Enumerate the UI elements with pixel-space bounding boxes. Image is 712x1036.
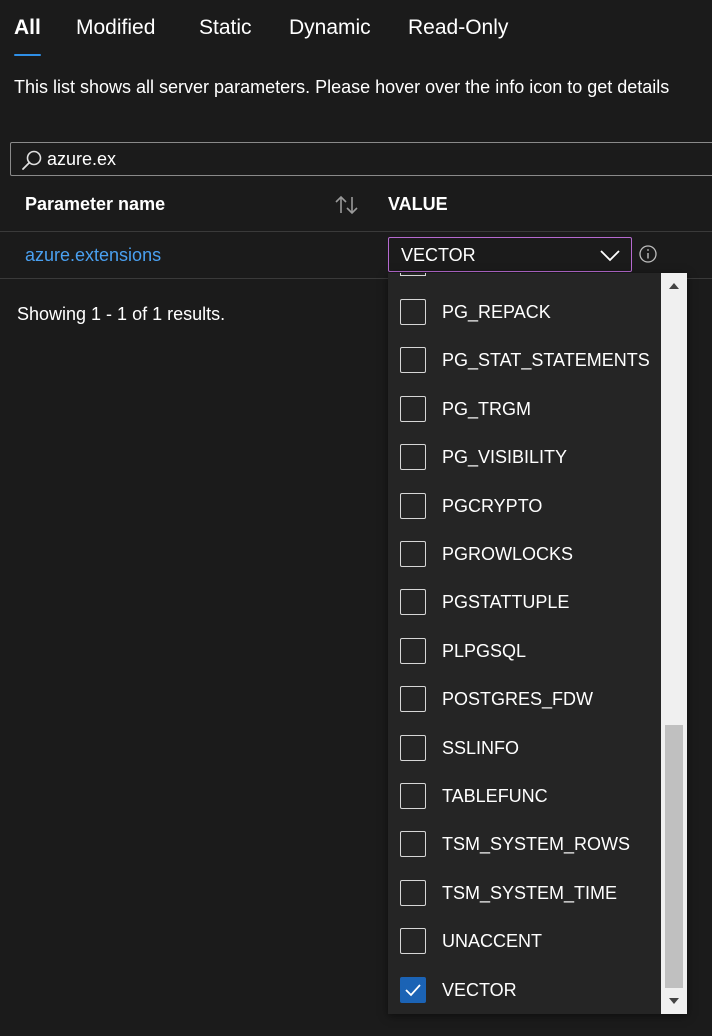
description-text: This list shows all server parameters. P… [14, 77, 670, 97]
dropdown-option[interactable]: PGROWLOCKS [388, 531, 660, 579]
dropdown-option[interactable]: SSLINFO [388, 725, 660, 773]
dropdown-option[interactable]: PG_TRGM [388, 386, 660, 434]
dropdown-option[interactable]: TSM_SYSTEM_TIME [388, 870, 660, 918]
option-label: TABLEFUNC [442, 786, 548, 806]
dropdown-option[interactable]: VECTOR [388, 967, 660, 1014]
option-label: UNACCENT [442, 931, 543, 952]
info-icon[interactable] [638, 244, 658, 264]
sort-icon[interactable] [333, 193, 361, 217]
checkbox[interactable] [400, 444, 426, 471]
dropdown-selected-value: VECTOR [401, 245, 476, 265]
server-parameters-page: All Modified Static Dynamic Read-Only Th… [0, 0, 712, 1036]
dropdown-option[interactable]: POSTGRES_FDW [388, 676, 660, 724]
option-label: PG_TRGM [442, 398, 532, 419]
option-label: PGSTATTUPLE [442, 592, 570, 613]
dropdown-option[interactable]: PG_REPACK [388, 289, 660, 337]
option-label: SSLINFO [442, 737, 520, 758]
parameter-name-link[interactable]: azure.extensions [25, 245, 161, 266]
tab-read-only[interactable]: Read-Only [408, 16, 508, 56]
value-dropdown[interactable]: VECTOR [388, 237, 632, 272]
checkbox[interactable] [400, 492, 426, 519]
option-label: PG_STAT_STATEMENTS [442, 350, 650, 371]
option-label: POSTGRES_FDW [442, 689, 594, 710]
column-header-value: VALUE [388, 194, 448, 214]
scrollbar[interactable] [661, 273, 687, 1014]
column-header-parameter-name[interactable]: Parameter name [25, 194, 165, 215]
header-divider [0, 231, 712, 232]
scroll-down-arrow-icon[interactable] [661, 990, 687, 1012]
dropdown-option[interactable]: PG_VISIBILITY [388, 434, 660, 482]
checkbox[interactable] [400, 976, 426, 1003]
option-label: PGCRYPTO [442, 495, 543, 516]
dropdown-option[interactable]: UNACCENT [388, 918, 660, 966]
dropdown-option[interactable]: TSM_SYSTEM_ROWS [388, 821, 660, 869]
checkbox[interactable] [400, 879, 426, 906]
dropdown-list: PG_REPACK PG_STAT_STATEMENTS PG_TRGM PG_VIS… [388, 273, 687, 1014]
search-input[interactable] [47, 145, 707, 173]
option-label: TSM_SYSTEM_TIME [442, 882, 618, 903]
search-box[interactable] [10, 142, 712, 176]
scroll-up-arrow-icon[interactable] [661, 275, 687, 297]
checkbox[interactable] [400, 831, 426, 858]
dropdown-option[interactable]: PG_STAT_STATEMENTS [388, 337, 660, 385]
tab-modified[interactable]: Modified [76, 16, 155, 56]
tab-bar: All Modified Static Dynamic Read-Only [0, 0, 712, 56]
checkbox[interactable] [400, 928, 426, 955]
checkbox[interactable] [400, 734, 426, 761]
checkbox[interactable] [400, 686, 426, 713]
checkbox[interactable] [400, 395, 426, 422]
checkbox[interactable] [400, 637, 426, 664]
dropdown-option[interactable]: PLPGSQL [388, 628, 660, 676]
checkbox[interactable] [400, 783, 426, 809]
tab-dynamic[interactable]: Dynamic [289, 16, 371, 56]
search-icon [22, 150, 42, 170]
checkbox[interactable] [400, 589, 426, 616]
chevron-down-icon [600, 250, 620, 262]
dropdown-option[interactable]: PGCRYPTO [388, 483, 660, 531]
option-label: PLPGSQL [442, 640, 527, 661]
dropdown-option[interactable]: PGSTATTUPLE [388, 579, 660, 627]
dropdown-option[interactable]: TABLEFUNC [388, 773, 660, 821]
clipped-option-edge [388, 273, 660, 276]
tab-static[interactable]: Static [199, 16, 252, 56]
checkbox[interactable] [400, 541, 426, 567]
scrollbar-thumb[interactable] [665, 725, 683, 988]
option-label: PG_VISIBILITY [442, 447, 568, 468]
results-count: Showing 1 - 1 of 1 results. [17, 304, 226, 324]
checkbox[interactable] [400, 347, 426, 374]
option-label: PG_REPACK [442, 302, 551, 322]
checkmark-icon [405, 983, 421, 996]
option-label: PGROWLOCKS [442, 544, 574, 564]
option-label: TSM_SYSTEM_ROWS [442, 834, 631, 855]
option-label: VECTOR [442, 979, 517, 1000]
checkbox[interactable] [400, 299, 426, 325]
tab-all[interactable]: All [14, 16, 41, 56]
